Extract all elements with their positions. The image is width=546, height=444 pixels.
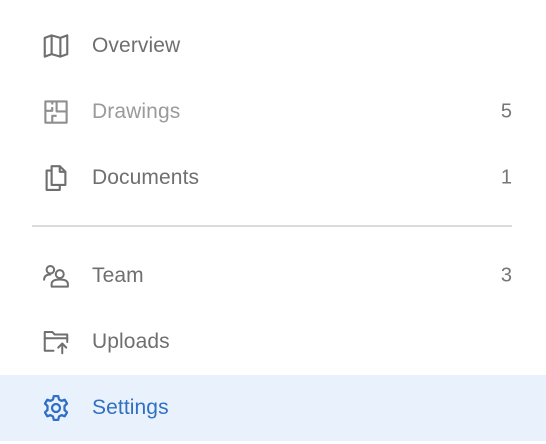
team-icon: [40, 260, 72, 292]
upload-folder-icon: [40, 326, 72, 358]
map-icon: [40, 30, 72, 62]
count-badge: 5: [500, 100, 512, 123]
section-divider: [32, 225, 512, 227]
sidebar-item-uploads[interactable]: Uploads: [0, 309, 546, 375]
sidebar-item-label: Overview: [92, 34, 181, 57]
sidebar-item-label: Settings: [92, 396, 169, 419]
count-badge: 1: [500, 166, 512, 189]
sidebar-item-overview[interactable]: Overview: [0, 13, 546, 79]
floorplan-icon: [40, 96, 72, 128]
sidebar-item-team[interactable]: Team 3: [0, 243, 546, 309]
count-badge: 3: [500, 264, 512, 287]
sidebar-item-label: Team: [92, 264, 144, 287]
gear-icon: [40, 392, 72, 424]
sidebar-item-label: Documents: [92, 166, 200, 189]
documents-icon: [40, 162, 72, 194]
sidebar-item-label: Uploads: [92, 330, 170, 353]
sidebar-item-documents[interactable]: Documents 1: [0, 145, 546, 211]
sidebar-item-settings[interactable]: Settings: [0, 375, 546, 441]
sidebar-item-drawings[interactable]: Drawings 5: [0, 79, 546, 145]
sidebar-nav: Overview Drawings 5 Documents 1 Team 3 U…: [0, 0, 546, 444]
sidebar-item-label: Drawings: [92, 100, 181, 123]
